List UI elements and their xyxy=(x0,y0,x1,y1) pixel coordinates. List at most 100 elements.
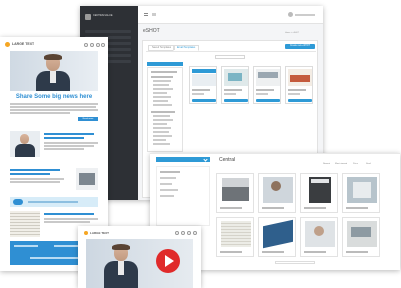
banner xyxy=(10,197,98,207)
social-icon[interactable] xyxy=(90,43,94,47)
product-name xyxy=(262,207,284,209)
body-text xyxy=(10,103,98,105)
filter-item[interactable] xyxy=(153,96,171,98)
read-more-button[interactable]: Read more xyxy=(78,117,98,121)
body-text xyxy=(10,112,70,114)
filter-item[interactable] xyxy=(160,171,180,173)
social-icon[interactable] xyxy=(175,231,179,235)
article-title[interactable] xyxy=(44,137,84,139)
filter-item[interactable] xyxy=(160,183,172,185)
product-card[interactable] xyxy=(216,173,254,213)
logo-text: LARGE TEXT xyxy=(90,231,110,235)
template-card[interactable] xyxy=(285,66,313,104)
article-image xyxy=(20,134,29,144)
article-title[interactable] xyxy=(10,169,60,171)
filter-item[interactable] xyxy=(153,135,172,137)
social-icon[interactable] xyxy=(193,231,197,235)
product-card[interactable] xyxy=(216,217,254,257)
play-icon[interactable] xyxy=(156,249,180,273)
article-image xyxy=(10,211,40,237)
product-card[interactable] xyxy=(258,217,296,257)
product-name xyxy=(262,251,284,253)
logo-icon xyxy=(84,231,88,235)
filter-item[interactable] xyxy=(153,84,169,86)
filter-item[interactable] xyxy=(153,119,173,121)
video-thumbnail xyxy=(118,261,124,275)
divider xyxy=(146,51,316,52)
template-thumbnail xyxy=(228,73,242,81)
article-text xyxy=(10,178,64,180)
sort-option[interactable]: Newest xyxy=(323,162,330,166)
search-input[interactable] xyxy=(215,55,245,59)
article-title[interactable] xyxy=(44,133,94,135)
newsletter-video-preview: LARGE TEXT xyxy=(78,226,201,288)
filter-item[interactable] xyxy=(153,80,171,82)
avatar[interactable] xyxy=(288,12,293,17)
filter-item[interactable] xyxy=(160,189,178,191)
product-card[interactable] xyxy=(342,173,380,213)
template-thumbnail xyxy=(192,74,216,86)
filter-item[interactable] xyxy=(153,115,170,117)
flag-icon[interactable] xyxy=(152,13,156,16)
user-name[interactable] xyxy=(295,14,315,16)
template-thumbnail xyxy=(258,72,278,78)
filter-item[interactable] xyxy=(160,195,174,197)
sort-option[interactable]: Stock xyxy=(366,162,371,166)
filter-item[interactable] xyxy=(151,76,173,78)
template-select-button[interactable] xyxy=(192,99,216,102)
sort-option[interactable]: Price xyxy=(353,162,358,166)
filter-item[interactable] xyxy=(153,123,167,125)
hero-image xyxy=(44,54,62,60)
template-select-button[interactable] xyxy=(288,99,312,102)
template-card[interactable] xyxy=(253,66,281,104)
video-thumbnail[interactable] xyxy=(86,239,193,288)
template-card[interactable] xyxy=(189,66,217,104)
product-card[interactable] xyxy=(342,217,380,257)
divider xyxy=(150,153,400,154)
filter-item[interactable] xyxy=(153,127,171,129)
filter-item[interactable] xyxy=(153,92,167,94)
filter-item[interactable] xyxy=(153,131,169,133)
product-image xyxy=(311,179,329,183)
article-image xyxy=(15,144,35,157)
social-icon[interactable] xyxy=(96,43,100,47)
page-title: Central xyxy=(219,157,236,163)
social-icon[interactable] xyxy=(181,231,185,235)
eshot-topbar xyxy=(138,6,323,24)
pagination[interactable] xyxy=(275,261,315,264)
template-name xyxy=(224,89,242,91)
footer-text xyxy=(30,257,78,259)
template-name xyxy=(288,89,306,91)
filter-item[interactable] xyxy=(153,139,166,141)
social-icon[interactable] xyxy=(101,43,105,47)
social-icon[interactable] xyxy=(84,43,88,47)
template-category xyxy=(288,93,300,95)
sidebar-item[interactable] xyxy=(85,30,131,33)
template-select-button[interactable] xyxy=(256,99,280,102)
filter-item[interactable] xyxy=(153,104,172,106)
filter-item[interactable] xyxy=(153,143,170,145)
app-logo-icon xyxy=(85,14,91,20)
template-card[interactable] xyxy=(221,66,249,104)
filter-item[interactable] xyxy=(153,88,173,90)
social-icon[interactable] xyxy=(187,231,191,235)
article-text xyxy=(10,181,60,183)
product-card[interactable] xyxy=(300,173,338,213)
category-header[interactable] xyxy=(156,157,210,162)
filter-item[interactable] xyxy=(151,71,177,73)
article-image xyxy=(76,168,98,190)
product-card[interactable] xyxy=(258,173,296,213)
menu-icon[interactable] xyxy=(144,13,148,16)
product-card[interactable] xyxy=(300,217,338,257)
article-title[interactable] xyxy=(10,173,50,175)
template-select-button[interactable] xyxy=(224,99,248,102)
template-thumbnail xyxy=(192,69,216,73)
filter-item[interactable] xyxy=(151,111,175,113)
filter-item[interactable] xyxy=(153,100,168,102)
sort-option[interactable]: Most viewed xyxy=(335,162,347,166)
play-icon xyxy=(165,255,174,267)
create-eshot-button[interactable]: Create new eSHOT xyxy=(285,44,315,49)
filter-item[interactable] xyxy=(160,177,176,179)
article-title[interactable] xyxy=(44,213,94,215)
product-image xyxy=(271,181,281,191)
